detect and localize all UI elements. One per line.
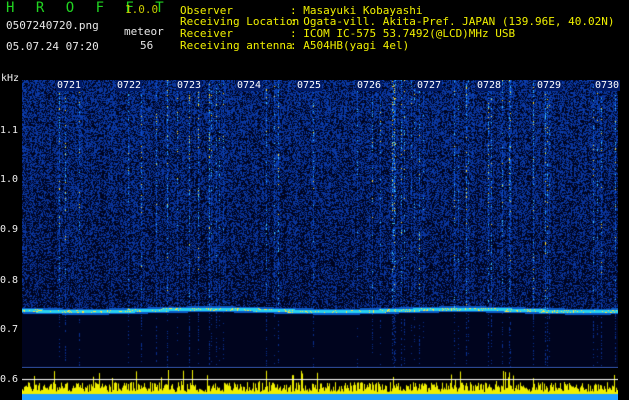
meteor-label: meteor	[124, 25, 164, 38]
filename-label: 0507240720.png	[6, 19, 99, 32]
freq-tick-label: 0.9	[0, 224, 19, 235]
time-tick-label: 0727	[416, 80, 443, 91]
meteor-count: 56	[140, 39, 154, 52]
time-tick-label: 0721	[56, 80, 83, 91]
freq-tick-label: 1.0	[0, 174, 19, 185]
time-tick-label: 0729	[536, 80, 563, 91]
time-tick-label: 0726	[356, 80, 383, 91]
time-tick-label: 0725	[296, 80, 323, 91]
version-label: 1.0.0	[125, 3, 159, 16]
time-tick-label: 0730	[594, 80, 621, 91]
time-tick-label: 0722	[116, 80, 143, 91]
freq-tick-label: 1.1	[0, 125, 19, 136]
time-tick-label: 0724	[236, 80, 263, 91]
datetime-label: 05.07.24 07:20	[6, 40, 99, 53]
freq-tick-label: 0.7	[0, 324, 19, 335]
info-label-antenna: Receiving antenna	[180, 39, 293, 52]
freq-unit-label: kHz	[1, 73, 20, 84]
time-tick-label: 0723	[176, 80, 203, 91]
spectrogram	[22, 80, 618, 368]
freq-tick-label: 0.8	[0, 275, 19, 286]
freq-tick-label: 0.6	[0, 374, 19, 385]
signal-level-graph	[22, 370, 618, 400]
time-tick-label: 0728	[476, 80, 503, 91]
info-value-antenna: : A504HB(yagi 4el)	[290, 39, 410, 52]
